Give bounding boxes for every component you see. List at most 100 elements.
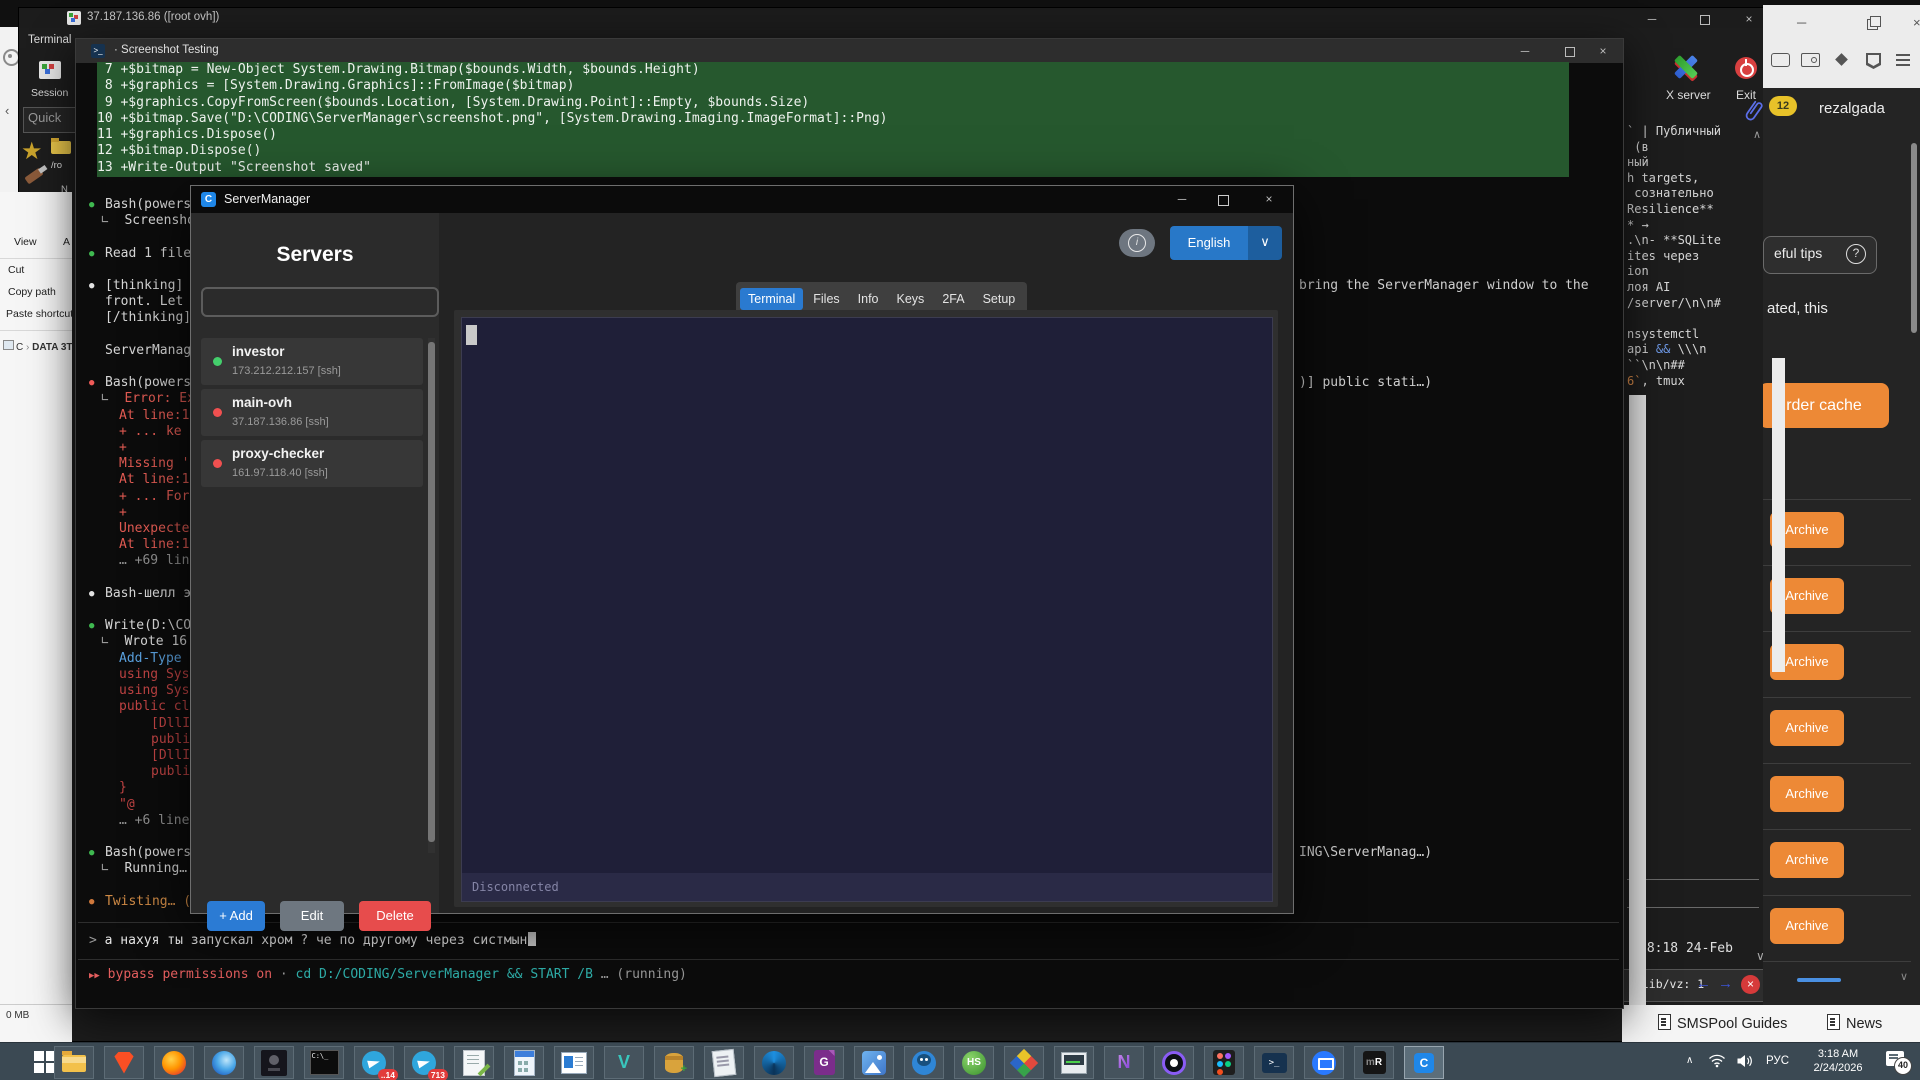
mobaxterm-titlebar[interactable] xyxy=(19,8,1764,28)
servermanager-maximize-button[interactable] xyxy=(1218,195,1229,206)
server-list-item-main-ovh[interactable]: main-ovh 37.187.136.86 [ssh] xyxy=(201,389,423,436)
browser-minimize-button[interactable]: ─ xyxy=(1797,15,1806,30)
taskbar-icon-octopus[interactable] xyxy=(904,1046,944,1079)
back-chevron-icon[interactable]: ‹ xyxy=(5,103,9,118)
speaker-icon[interactable] xyxy=(1736,1054,1754,1073)
terminal-close-button[interactable]: × xyxy=(1595,44,1611,58)
breadcrumb[interactable]: C › DATA 3T xyxy=(3,340,73,353)
taskbar-icon-telegram[interactable]: ..14 xyxy=(354,1046,394,1079)
scroll-down-icon[interactable]: ∨ xyxy=(1900,970,1908,983)
taskbar-icon-thunderbird[interactable] xyxy=(204,1046,244,1079)
menu-hamburger-icon[interactable] xyxy=(1896,54,1910,56)
connection-status: Disconnected xyxy=(472,880,559,894)
tab-info[interactable]: Info xyxy=(850,288,887,310)
menu-item-copy-path[interactable]: Copy path xyxy=(8,286,56,298)
taskbar-icon-brave[interactable] xyxy=(104,1046,144,1079)
link-smspool-guides[interactable]: SMSPool Guides xyxy=(1658,1014,1787,1032)
browser-scrollbar[interactable] xyxy=(1911,143,1917,333)
cli-input-line[interactable]: > а нахуя ты запускал хром ? че по друго… xyxy=(89,932,536,948)
wallet-icon[interactable] xyxy=(1801,53,1820,67)
taskbar-icon-powershell[interactable]: >_ xyxy=(1254,1046,1294,1079)
server-list-scrollbar[interactable] xyxy=(428,338,435,853)
archive-button[interactable]: Archive xyxy=(1770,776,1844,812)
server-search-input[interactable] xyxy=(201,287,439,317)
taskbar-icon-swirl-app[interactable] xyxy=(754,1046,794,1079)
ssh-terminal-panel[interactable]: Disconnected xyxy=(461,317,1273,902)
tab-files[interactable]: Files xyxy=(805,288,847,310)
exit-button[interactable] xyxy=(1735,57,1757,79)
useful-tips-pill[interactable]: eful tips ? xyxy=(1763,236,1877,274)
language-dropdown[interactable]: English ∨ xyxy=(1170,226,1282,260)
taskbar-icon-notes[interactable] xyxy=(704,1046,744,1079)
taskbar-icon-figma[interactable] xyxy=(1204,1046,1244,1079)
taskbar-icon-heidisql[interactable]: HS xyxy=(954,1046,994,1079)
left-window-fragment: ‹ xyxy=(0,27,20,192)
servermanager-titlebar[interactable] xyxy=(191,186,1293,214)
edit-server-button[interactable]: Edit xyxy=(280,901,344,931)
add-server-button[interactable]: + Add xyxy=(207,901,265,931)
taskbar-icon-github[interactable] xyxy=(1154,1046,1194,1079)
server-list-item-investor[interactable]: investor 173.212.212.157 [ssh] xyxy=(201,338,423,385)
find-close-icon[interactable]: × xyxy=(1741,975,1760,994)
taskbar-icon-db-tool[interactable]: + xyxy=(654,1046,694,1079)
explorer-tab-a[interactable]: A xyxy=(63,236,70,248)
taskbar-icon-fray[interactable] xyxy=(254,1046,294,1079)
paintbrush-icon[interactable] xyxy=(24,168,43,185)
find-next-icon[interactable]: → xyxy=(1718,975,1733,992)
session-icon[interactable] xyxy=(39,61,61,79)
mobaxterm-close-button[interactable]: × xyxy=(1741,12,1757,26)
link-news[interactable]: News xyxy=(1827,1014,1882,1032)
menu-item-paste-shortcut[interactable]: Paste shortcut xyxy=(6,308,73,320)
menu-item-cut[interactable]: Cut xyxy=(8,264,24,276)
archive-button[interactable]: Archive xyxy=(1770,710,1844,746)
taskbar-icon-cmd[interactable]: C:\_ xyxy=(304,1046,344,1079)
tab-terminal[interactable]: Terminal xyxy=(740,288,803,310)
taskbar-icon-v-app[interactable]: V xyxy=(604,1046,644,1079)
taskbar-icon-mremoteng[interactable]: mR xyxy=(1354,1046,1394,1079)
taskbar-icon-notepad[interactable] xyxy=(454,1046,494,1079)
delete-server-button[interactable]: Delete xyxy=(359,901,431,931)
browser-restore-button[interactable] xyxy=(1867,19,1878,30)
archive-button[interactable]: Archive xyxy=(1770,842,1844,878)
folder-tab-icon[interactable] xyxy=(51,141,71,154)
terminal-maximize-button[interactable] xyxy=(1565,47,1575,57)
tray-expand-icon[interactable]: ∧ xyxy=(1686,1055,1693,1066)
tab-keys[interactable]: Keys xyxy=(889,288,933,310)
tab-box-icon[interactable] xyxy=(1771,53,1790,67)
tray-clock[interactable]: 3:18 AM 2/24/2026 xyxy=(1800,1047,1876,1075)
info-button[interactable]: i xyxy=(1119,229,1155,257)
taskbar-icon-file-explorer[interactable] xyxy=(54,1046,94,1079)
taskbar-icon-gimp[interactable]: G xyxy=(804,1046,844,1079)
language-value: English xyxy=(1170,226,1248,260)
shield-icon[interactable] xyxy=(1866,53,1881,69)
taskbar-icon-window-app[interactable] xyxy=(554,1046,594,1079)
taskbar-icon-n-app[interactable]: N xyxy=(1104,1046,1144,1079)
account-name[interactable]: rezalgada xyxy=(1819,100,1885,117)
wifi-icon[interactable] xyxy=(1708,1053,1726,1073)
taskbar-icon-gallery[interactable] xyxy=(1004,1046,1044,1079)
favorites-star-icon[interactable]: ★ xyxy=(21,137,43,166)
sparkle-icon[interactable] xyxy=(1835,53,1848,66)
taskbar-icon-servermanager[interactable]: C xyxy=(1404,1046,1444,1079)
taskbar-icon-telegram-2[interactable]: 713 xyxy=(404,1046,444,1079)
servermanager-minimize-button[interactable]: ─ xyxy=(1174,192,1190,206)
taskbar-icon-calculator[interactable] xyxy=(504,1046,544,1079)
mobaxterm-minimize-button[interactable]: ─ xyxy=(1644,12,1660,26)
tab-setup[interactable]: Setup xyxy=(975,288,1024,310)
taskbar-icon-image-viewer[interactable] xyxy=(854,1046,894,1079)
explorer-tab-view[interactable]: View xyxy=(14,236,37,248)
terminal-titlebar[interactable] xyxy=(76,39,1623,63)
browser-close-button[interactable]: × xyxy=(1913,15,1920,30)
tab-2fa[interactable]: 2FA xyxy=(934,288,972,310)
servermanager-close-button[interactable]: × xyxy=(1261,192,1277,206)
tray-language[interactable]: РУС xyxy=(1766,1055,1789,1067)
terminal-minimize-button[interactable]: ─ xyxy=(1517,44,1533,58)
archive-button[interactable]: Archive xyxy=(1770,908,1844,944)
taskbar-icon-anydesk[interactable] xyxy=(1304,1046,1344,1079)
find-prev-icon[interactable]: ← xyxy=(1696,975,1711,992)
taskbar-icon-system-monitor[interactable] xyxy=(1054,1046,1094,1079)
taskbar-icon-firefox[interactable] xyxy=(154,1046,194,1079)
server-list-item-proxy-checker[interactable]: proxy-checker 161.97.118.40 [ssh] xyxy=(201,440,423,487)
mobaxterm-maximize-button[interactable] xyxy=(1700,15,1710,25)
scroll-up-icon[interactable]: ∧ xyxy=(1753,128,1761,141)
